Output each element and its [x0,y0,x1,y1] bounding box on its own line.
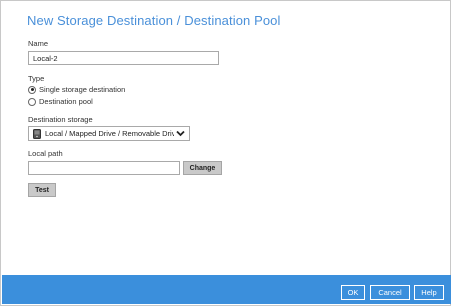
help-button[interactable]: Help [414,285,444,300]
radio-button-checked[interactable] [28,85,36,94]
test-button[interactable]: Test [28,183,56,197]
dialog-window: New Storage Destination / Destination Po… [0,0,451,306]
drive-icon [33,128,41,139]
change-button[interactable]: Change [183,161,222,175]
local-path-label: Local path [28,149,63,158]
radio-button-unchecked[interactable] [28,97,36,106]
dialog-footer: OK Cancel Help [2,275,451,304]
destination-storage-select[interactable]: Local / Mapped Drive / Removable Drive [28,126,190,141]
radio-label-pool: Destination pool [39,97,93,106]
name-input[interactable] [28,51,219,65]
local-path-input[interactable] [28,161,180,175]
ok-button[interactable]: OK [341,285,365,300]
radio-label-single: Single storage destination [39,85,126,94]
cancel-button[interactable]: Cancel [370,285,410,300]
destination-storage-label: Destination storage [28,115,93,124]
type-label: Type [28,74,45,83]
name-label: Name [28,39,49,48]
radio-destination-pool[interactable]: Destination pool [28,96,93,107]
radio-single-storage[interactable]: Single storage destination [28,84,125,95]
chevron-down-icon [176,130,185,137]
destination-storage-value: Local / Mapped Drive / Removable Drive [45,129,174,138]
dialog-title: New Storage Destination / Destination Po… [27,13,281,28]
